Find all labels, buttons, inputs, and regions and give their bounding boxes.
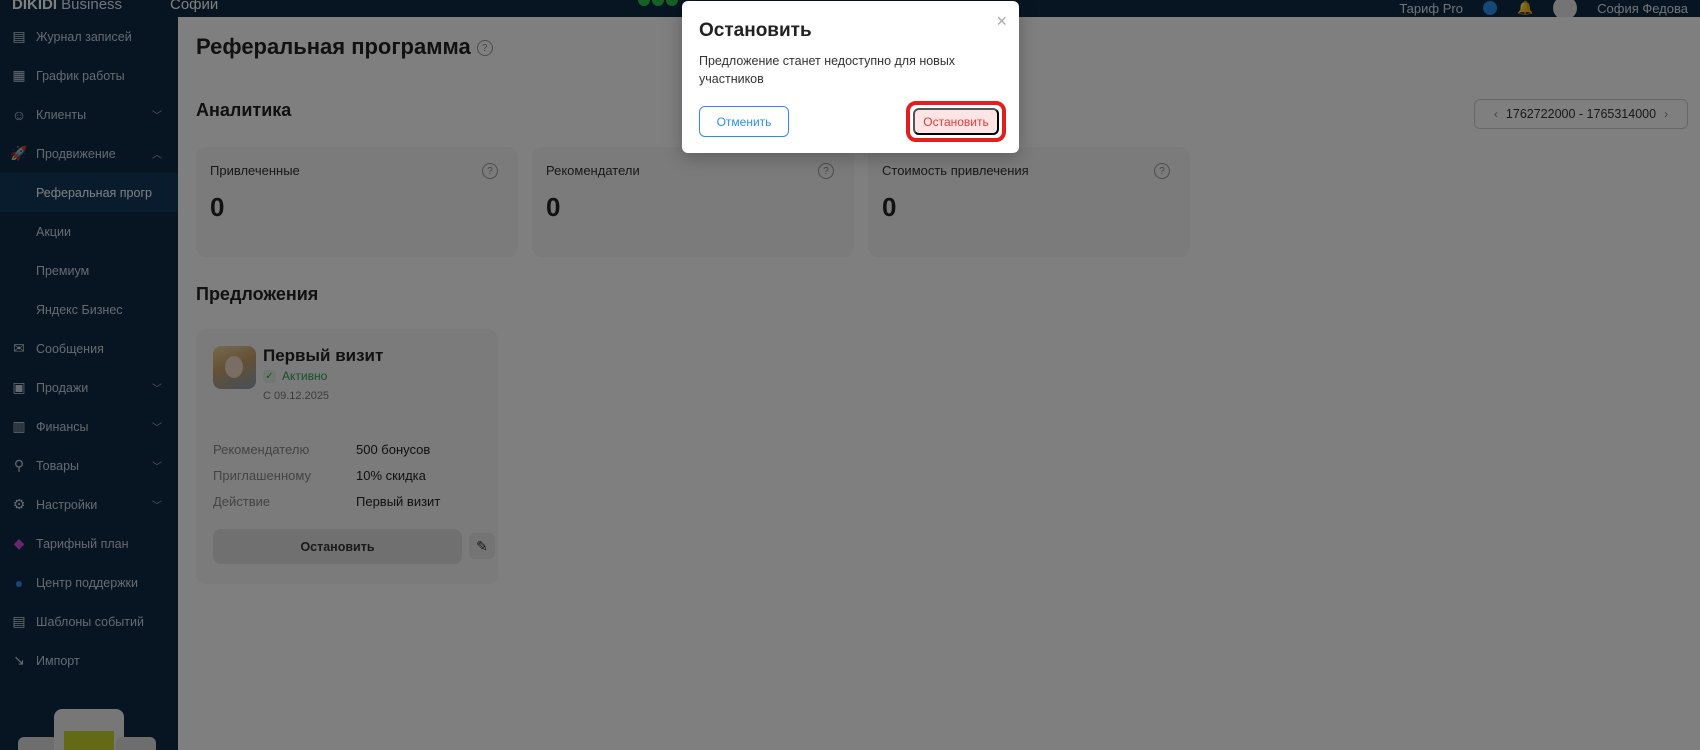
stop-offer-dialog: Остановить × Предложение станет недоступ… [682,1,1019,153]
close-icon[interactable]: × [996,11,1007,32]
dialog-message: Предложение станет недоступно для новых … [699,54,956,86]
cancel-button[interactable]: Отменить [699,106,789,137]
confirm-stop-button[interactable]: Остановить [913,108,999,135]
dialog-title: Остановить [699,20,812,41]
stop-button-highlight: Остановить [906,101,1006,142]
